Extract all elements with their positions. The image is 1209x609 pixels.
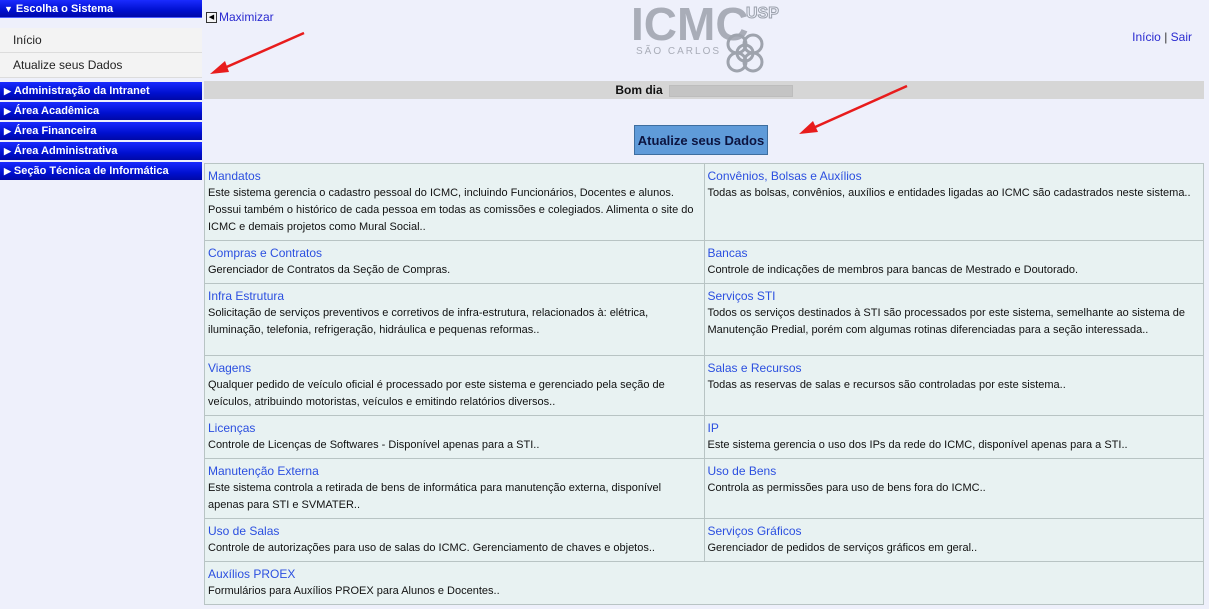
sidebar-category-financeira[interactable]: ▶ Área Financeira: [0, 122, 202, 140]
table-row: Licenças Controle de Licenças de Software…: [204, 415, 1204, 459]
sidebar-category-label: Área Acadêmica: [13, 105, 100, 117]
triangle-right-icon: ▶: [4, 146, 11, 156]
system-description: Controle de autorizações para uso de sal…: [208, 542, 655, 554]
sidebar-category-administrativa[interactable]: ▶ Área Administrativa: [0, 142, 202, 160]
system-cell: Licenças Controle de Licenças de Software…: [204, 415, 705, 459]
triangle-right-icon: ▶: [4, 106, 11, 116]
annotation-arrow-right: [799, 84, 908, 134]
system-description: Formulários para Auxílios PROEX para Alu…: [208, 585, 500, 597]
icmc-logo: ICMC USP SÃO CARLOS: [631, 2, 780, 73]
greeting-bar: Bom dia: [204, 81, 1204, 99]
system-description: Este sistema controla a retirada de bens…: [208, 482, 662, 511]
sidebar-category-administracao[interactable]: ▶ Administração da Intranet: [0, 82, 202, 100]
system-description: Todas as reservas de salas e recursos sã…: [707, 379, 1066, 391]
maximize-label: Maximizar: [219, 10, 274, 24]
system-link[interactable]: Convênios, Bolsas e Auxílios: [708, 168, 1200, 185]
system-link[interactable]: Manutenção Externa: [208, 463, 700, 480]
top-links: Início | Sair: [1132, 30, 1192, 44]
system-description: Controla as permissões para uso de bens …: [707, 482, 986, 494]
system-description: Gerenciador de pedidos de serviços gráfi…: [707, 542, 978, 554]
table-row: Infra Estrutura Solicitação de serviços p…: [204, 283, 1204, 356]
system-cell: Convênios, Bolsas e Auxílios Todas as bol…: [703, 163, 1204, 241]
system-link[interactable]: Uso de Bens: [708, 463, 1200, 480]
system-link[interactable]: Auxílios PROEX: [208, 566, 1199, 583]
system-cell: Uso de Salas Controle de autorizações par…: [204, 518, 705, 562]
triangle-right-icon: ▶: [4, 166, 11, 176]
table-row: Manutenção Externa Este sistema controla …: [204, 458, 1204, 519]
home-link[interactable]: Início: [1132, 30, 1161, 44]
system-description: Qualquer pedido de veículo oficial é pro…: [208, 379, 665, 408]
sidebar: ▼ Escolha o Sistema Início Atualize seus …: [0, 0, 204, 609]
system-description: Este sistema gerencia o cadastro pessoal…: [208, 187, 694, 233]
system-description: Todas as bolsas, convênios, auxílios e e…: [707, 187, 1191, 199]
main-content: ◀ Maximizar ICMC USP SÃO CARLOS Início | …: [204, 0, 1209, 609]
system-link[interactable]: Mandatos: [208, 168, 700, 185]
system-link[interactable]: Bancas: [708, 245, 1200, 262]
exit-link[interactable]: Sair: [1171, 30, 1192, 44]
systems-grid: Mandatos Este sistema gerencia o cadastro…: [204, 163, 1204, 605]
system-link[interactable]: Uso de Salas: [208, 523, 700, 540]
table-row: Viagens Qualquer pedido de veículo oficia…: [204, 355, 1204, 416]
sidebar-category-label: Área Financeira: [13, 125, 97, 137]
table-row: Auxílios PROEX Formulários para Auxílios …: [204, 561, 1204, 605]
update-data-button[interactable]: Atualize seus Dados: [634, 125, 768, 155]
logo-usp-text: USP: [746, 5, 779, 22]
collapse-arrow-icon: ◀: [206, 12, 217, 24]
table-row: Uso de Salas Controle de autorizações par…: [204, 518, 1204, 562]
system-link[interactable]: Serviços STI: [708, 288, 1200, 305]
system-description: Todos os serviços destinados à STI são p…: [707, 307, 1186, 336]
table-row: Mandatos Este sistema gerencia o cadastro…: [204, 163, 1204, 241]
system-cell: Serviços Gráficos Gerenciador de pedidos …: [703, 518, 1204, 562]
sidebar-header[interactable]: ▼ Escolha o Sistema: [0, 0, 202, 18]
system-cell: Viagens Qualquer pedido de veículo oficia…: [204, 355, 705, 416]
sidebar-header-label: Escolha o Sistema: [15, 3, 114, 15]
system-link[interactable]: Salas e Recursos: [708, 360, 1200, 377]
system-cell: Serviços STI Todos os serviços destinados…: [703, 283, 1204, 356]
greeting-text: Bom dia: [615, 83, 663, 97]
system-link[interactable]: Compras e Contratos: [208, 245, 700, 262]
system-link[interactable]: Viagens: [208, 360, 700, 377]
system-description: Controle de indicações de membros para b…: [707, 264, 1079, 276]
sidebar-category-label: Administração da Intranet: [13, 85, 150, 97]
system-cell: Salas e Recursos Todas as reservas de sal…: [703, 355, 1204, 416]
sidebar-link-label: Início: [13, 33, 42, 47]
logo-main-text: ICMC: [631, 2, 749, 50]
link-separator: |: [1164, 30, 1168, 44]
triangle-right-icon: ▶: [4, 126, 11, 136]
sidebar-category-label: Área Administrativa: [13, 145, 118, 157]
system-cell: Auxílios PROEX Formulários para Auxílios …: [204, 561, 1204, 605]
sidebar-link-inicio[interactable]: Início: [0, 28, 202, 53]
system-description: Controle de Licenças de Softwares - Disp…: [208, 439, 540, 451]
system-link[interactable]: Serviços Gráficos: [708, 523, 1200, 540]
system-link[interactable]: Licenças: [208, 420, 700, 437]
triangle-down-icon: ▼: [4, 4, 13, 14]
redacted-username: [668, 84, 793, 97]
sidebar-link-atualize[interactable]: Atualize seus Dados: [0, 53, 202, 78]
system-cell: Infra Estrutura Solicitação de serviços p…: [204, 283, 705, 356]
system-cell: IP Este sistema gerencia o uso dos IPs da…: [703, 415, 1204, 459]
sidebar-category-label: Seção Técnica de Informática: [13, 165, 169, 177]
annotation-arrow-left: [210, 31, 305, 74]
system-link[interactable]: IP: [708, 420, 1200, 437]
system-cell: Uso de Bens Controla as permissões para u…: [703, 458, 1204, 519]
system-link[interactable]: Infra Estrutura: [208, 288, 700, 305]
system-cell: Bancas Controle de indicações de membros …: [703, 240, 1204, 284]
maximize-link[interactable]: ◀ Maximizar: [206, 10, 274, 24]
sidebar-category-academica[interactable]: ▶ Área Acadêmica: [0, 102, 202, 120]
system-cell: Mandatos Este sistema gerencia o cadastro…: [204, 163, 705, 241]
system-description: Solicitação de serviços preventivos e co…: [208, 307, 649, 336]
logo-sub-text: SÃO CARLOS: [636, 44, 721, 57]
sidebar-link-label: Atualize seus Dados: [13, 58, 123, 72]
system-cell: Manutenção Externa Este sistema controla …: [204, 458, 705, 519]
system-description: Gerenciador de Contratos da Seção de Com…: [208, 264, 451, 276]
table-row: Compras e Contratos Gerenciador de Contra…: [204, 240, 1204, 284]
system-description: Este sistema gerencia o uso dos IPs da r…: [707, 439, 1128, 451]
triangle-right-icon: ▶: [4, 86, 11, 96]
top-bar: ◀ Maximizar ICMC USP SÃO CARLOS Início | …: [204, 0, 1204, 80]
sidebar-category-informatica[interactable]: ▶ Seção Técnica de Informática: [0, 162, 202, 180]
system-cell: Compras e Contratos Gerenciador de Contra…: [204, 240, 705, 284]
